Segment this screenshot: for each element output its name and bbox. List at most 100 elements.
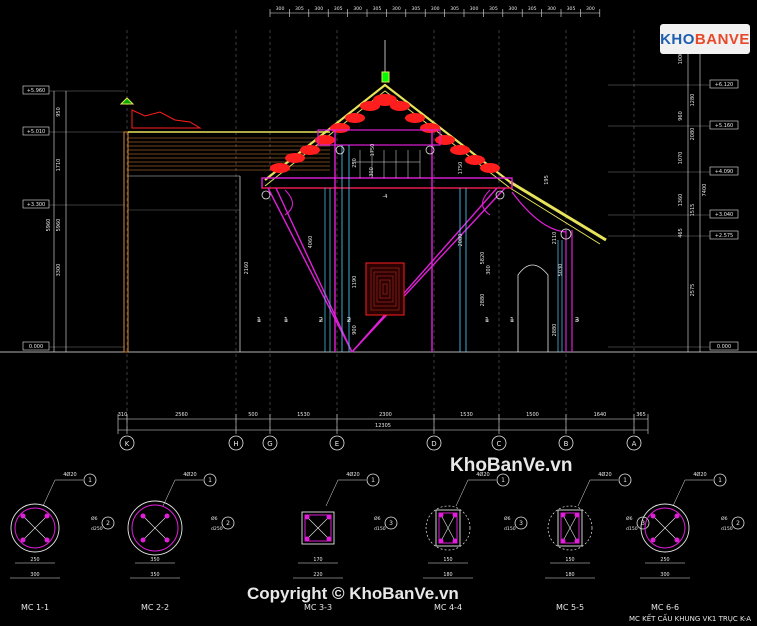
top-dim-text: 305: [373, 6, 382, 12]
section-dim-text: 170: [313, 557, 322, 563]
section-stirrup-text: Ø6: [211, 515, 218, 522]
section-callout-text: 1: [208, 477, 212, 484]
rebar-dot: [452, 538, 458, 544]
right-dim-text: 1280: [690, 94, 696, 107]
roof-tile: [285, 153, 305, 163]
rebar-dot: [20, 537, 26, 543]
column-mark-text: 3: [575, 316, 579, 324]
top-dim-text: 305: [528, 6, 537, 12]
inner-dim-text: 2080: [458, 234, 464, 247]
watermark-main: KhoBanVe.vn: [450, 455, 573, 476]
top-dim-text: 305: [295, 6, 304, 12]
section-width-text: 220: [313, 572, 322, 578]
column-mark-text: 1: [284, 316, 288, 324]
section-callout-text: 1: [623, 477, 627, 484]
inner-dim-text: 5030: [558, 264, 564, 277]
rebar-dot: [560, 512, 566, 518]
section-side-text: 2: [106, 520, 110, 527]
section-stirrup-text: Ø6: [91, 515, 98, 522]
top-dim-text: 300: [547, 6, 556, 12]
rebar-dot: [304, 514, 310, 520]
inner-dim-text: 1190: [352, 276, 358, 289]
top-dim-text: 305: [567, 6, 576, 12]
rebar-dot: [44, 537, 50, 543]
inner-dim-text: 2160: [244, 262, 250, 275]
column-mark-text: 1: [485, 316, 489, 324]
ridge-finial: [381, 71, 390, 83]
column-mark-text: 1: [510, 316, 514, 324]
level-left-text: +5.010: [27, 129, 46, 135]
left-dim-text: 1710: [56, 159, 62, 172]
grid-axis-label: G: [267, 440, 272, 448]
rebar-dot: [44, 513, 50, 519]
bottom-dim-text: 1530: [460, 412, 473, 418]
column-mark-text: 2: [347, 316, 351, 324]
bottom-dim-text: 1530: [297, 412, 310, 418]
level-right-text: +6.120: [715, 82, 734, 88]
bars-leader: [162, 479, 176, 507]
cad-drawing-canvas: 300 305 300 305 300 305 300 305 300 305 300 305 300 3…: [0, 0, 757, 626]
rebar-dot: [164, 513, 170, 519]
grid-axis-label: H: [233, 440, 238, 448]
section-stirrup-text: Ø6: [504, 515, 511, 522]
section-callout-text: 1: [88, 477, 92, 484]
inner-dim-text: 5820: [480, 252, 486, 265]
level-left-text: 0.000: [29, 344, 43, 350]
rebar-dot: [140, 537, 146, 543]
roof-tile: [420, 123, 440, 133]
section-bars-text: 4Ø20: [63, 471, 76, 478]
top-dim-text: 300: [353, 6, 362, 12]
section-side-text: 2: [736, 520, 740, 527]
top-dim-text: 300: [470, 6, 479, 12]
grid-axis-label: C: [497, 440, 502, 448]
section-side-text: 3: [519, 520, 523, 527]
rebar-dot: [650, 537, 656, 543]
section-stirrup-text: Ø6: [626, 515, 633, 522]
rebar-dot: [674, 513, 680, 519]
inner-mark: -4: [383, 194, 388, 200]
section-dim-text: 150: [565, 557, 574, 563]
section-dim-text: 250: [30, 557, 39, 563]
level-left-text: +5.960: [27, 88, 46, 94]
inner-dim-text: 900: [352, 325, 358, 335]
inner-dim-text: 300: [369, 167, 375, 177]
inner-dim-text: 250: [352, 158, 358, 168]
level-right-text: +3.040: [715, 212, 734, 218]
column-mark-text: 2: [319, 316, 323, 324]
annex-post: [123, 131, 129, 353]
right-dim-text: 465: [678, 228, 684, 238]
inner-dim-text: 300: [486, 265, 492, 275]
grid-axis-label: K: [125, 440, 130, 448]
top-dim-text: 305: [334, 6, 343, 12]
left-dim-text: 3300: [56, 264, 62, 277]
section-label: MC 2-2: [141, 603, 169, 612]
roof-tile: [480, 163, 500, 173]
bottom-dim-text: 365: [636, 412, 646, 418]
section-dim-text: 150: [443, 557, 452, 563]
bottom-dim-text: 1640: [594, 412, 607, 418]
top-dim-text: 300: [276, 6, 285, 12]
grid-axis-label: D: [431, 440, 436, 448]
section-label: MC 4-4: [434, 603, 462, 612]
inner-dim-text: 2880: [552, 324, 558, 337]
rebar-dot: [20, 513, 26, 519]
section-bars-text: 4Ø20: [598, 471, 611, 478]
bottom-dim-text: 1500: [526, 412, 539, 418]
section-dia-text: d150: [504, 526, 516, 532]
right-dim-text: 1070: [678, 152, 684, 165]
bottom-dim-text: 310: [118, 412, 128, 418]
eave-roof-right: [509, 180, 607, 242]
roof-tile: [330, 123, 350, 133]
top-dim-text: 300: [431, 6, 440, 12]
section-width-text: 300: [660, 572, 669, 578]
arched-door: [517, 264, 549, 352]
rebar-dot: [304, 536, 310, 542]
section-stirrup-text: Ø6: [721, 515, 728, 522]
top-dim-text: 305: [450, 6, 459, 12]
top-dim-text: 300: [586, 6, 595, 12]
inner-dim-text: 1750: [458, 162, 464, 175]
bottom-dim-text: 2300: [379, 412, 392, 418]
lattice-window: [365, 262, 405, 316]
level-right-text: +4.090: [715, 169, 734, 175]
section-bars-text: 4Ø20: [183, 471, 196, 478]
